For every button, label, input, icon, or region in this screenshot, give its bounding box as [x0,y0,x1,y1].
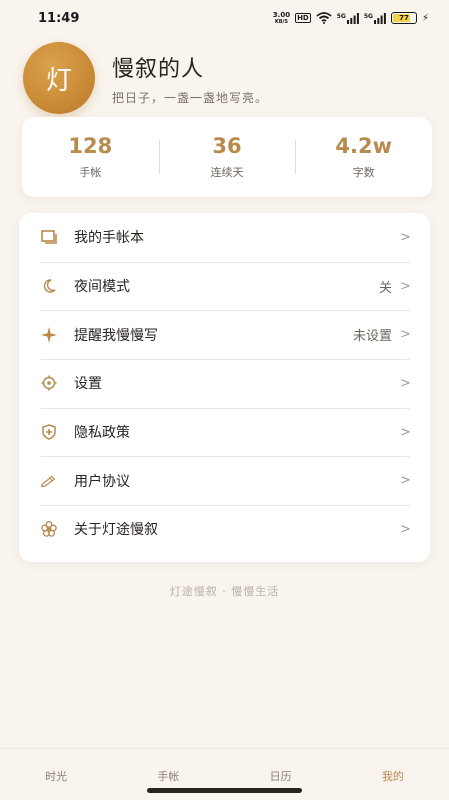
stat-label: 连续天 [210,166,244,179]
hd-badge: HD [295,13,311,23]
wifi-icon [316,12,332,24]
chevron-right-icon: > [400,278,411,294]
menu-label: 夜间模式 [74,279,130,296]
menu-value: 关 [378,280,392,296]
stat-label: 字数 [352,166,375,179]
chevron-right-icon: > [400,473,411,489]
signal-icon-2: 5G [363,12,386,24]
menu-item-privacy-policy[interactable]: 隐私政策 > [19,407,430,457]
gear-icon [41,375,57,391]
profile-name: 慢叙的人 [112,56,205,82]
stat-value: 36 [212,134,242,158]
shield-icon [41,424,57,440]
menu-label: 隐私政策 [74,425,130,442]
chevron-right-icon: > [400,521,411,537]
menu-item-user-agreement[interactable]: 用户协议 > [19,456,430,505]
menu-item-reminder[interactable]: 提醒我慢慢写 未设置 > [19,310,430,359]
network-speed-value: 3.00 [272,10,291,19]
stat-streak-days[interactable]: 36 连续天 [158,117,296,197]
battery-percent: 77 [399,14,409,22]
flower-icon [41,521,57,538]
stat-word-count[interactable]: 4.2w 字数 [295,117,432,197]
home-indicator[interactable] [147,788,302,793]
profile-motto: 把日子，一盏一盏地写亮。 [112,90,269,105]
menu-item-about[interactable]: 关于灯途慢叙 > [19,505,430,554]
profile-header: 灯 慢叙的人 把日子，一盏一盏地写亮。 [23,42,268,114]
menu-value: 未设置 [352,329,392,345]
menu-label: 用户协议 [74,473,130,490]
menu-item-settings[interactable]: 设置 > [19,359,430,408]
menu-item-night-mode[interactable]: 夜间模式 关 > [19,261,430,311]
profile-text: 慢叙的人 把日子，一盏一盏地写亮。 [112,51,268,106]
signal-icon-1: 5G [336,12,359,24]
stat-notebooks[interactable]: 128 手帐 [22,117,159,197]
tab-label: 手帐 [157,770,180,783]
network-speed: 3.00 KB/S [272,10,291,25]
tab-label: 日历 [269,770,292,783]
avatar-initial: 灯 [45,65,72,96]
sparkle-icon [41,326,57,343]
stat-value: 4.2w [335,134,392,158]
chevron-right-icon: > [400,229,411,245]
settings-menu: 我的手帐本 > 夜间模式 关 > 提醒我慢慢写 未设置 > 设置 > 隐私政策 … [19,213,430,562]
moon-icon [41,278,57,294]
stat-label: 手帐 [79,166,102,179]
avatar[interactable]: 灯 [23,42,95,114]
menu-label: 设置 [74,376,102,393]
signal-2-label: 5G [363,12,373,20]
chevron-right-icon: > [400,424,411,440]
menu-label: 我的手帐本 [74,230,144,247]
tab-label: 我的 [381,770,404,783]
status-bar: 11:49 3.00 KB/S HD 5G 5G 77 ⚡ [0,0,449,36]
status-icons: 3.00 KB/S HD 5G 5G 77 ⚡ [272,10,429,25]
bolt-icon: ⚡ [421,12,429,24]
chevron-right-icon: > [400,375,411,391]
tab-time[interactable]: 时光 [0,749,112,800]
tab-label: 时光 [45,770,68,783]
menu-label: 提醒我慢慢写 [74,327,158,344]
battery-icon: 77 [390,12,417,24]
signal-1-label: 5G [336,12,346,20]
notebook-icon [41,229,57,245]
footer-tagline: 灯途慢叙 · 慢慢生活 [169,585,280,598]
menu-label: 关于灯途慢叙 [74,522,158,539]
status-time: 11:49 [38,10,80,26]
menu-item-my-notebooks[interactable]: 我的手帐本 > [19,213,430,262]
stat-value: 128 [68,134,113,158]
tab-mine[interactable]: 我的 [337,749,449,800]
stats-card: 128 手帐 36 连续天 4.2w 字数 [22,117,432,197]
network-speed-unit: KB/S [274,18,288,25]
pencil-icon [41,473,57,489]
chevron-right-icon: > [400,327,411,343]
